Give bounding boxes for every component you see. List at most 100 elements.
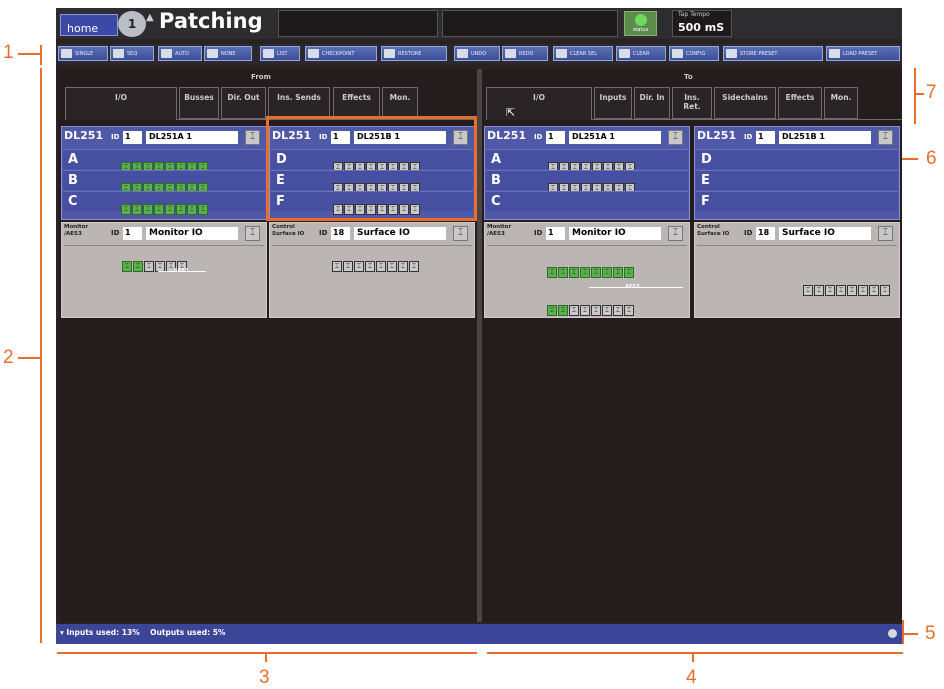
port-icon[interactable]: ⌶ — [343, 261, 353, 272]
id-value[interactable]: 1 — [123, 131, 142, 144]
port-icon[interactable]: ⌶ — [880, 285, 890, 296]
port-icon[interactable]: ⌶ — [387, 261, 397, 272]
port-icon[interactable]: ⌶ — [624, 267, 634, 278]
config-button[interactable]: CONFIG — [669, 46, 719, 61]
port-icon[interactable]: ⌶ — [569, 305, 579, 316]
id-value[interactable]: 1 — [546, 227, 565, 240]
from-device-dl251a[interactable]: DL251 ID 1 DL251A 1 ⌶ A ⌶ ⌶ ⌶ ⌶ ⌶ ⌶ ⌶ ⌶ B ⌶ ⌶ ⌶ ⌶ ⌶ ⌶ ⌶… — [61, 126, 267, 220]
port-icon[interactable]: ⌶ — [869, 285, 879, 296]
port-icon[interactable]: ⌶ — [332, 261, 342, 272]
id-value[interactable]: 1 — [546, 131, 565, 144]
to-device-dl251a[interactable]: DL251 ID 1 DL251A 1 ⌶ A ⌶ ⌶ ⌶ ⌶ ⌶ ⌶ ⌶ ⌶ B ⌶ ⌶ ⌶ ⌶ ⌶ ⌶ ⌶… — [484, 126, 690, 220]
port-icon[interactable]: ⌶ — [547, 267, 557, 278]
auto-button[interactable]: AUTO — [158, 46, 202, 61]
status-button[interactable]: status — [624, 11, 657, 36]
id-value[interactable]: 1 — [756, 131, 775, 144]
port-icon[interactable]: ⌶ — [569, 267, 579, 278]
device-label[interactable]: Surface IO — [354, 227, 446, 240]
id-value[interactable]: 18 — [756, 227, 775, 240]
device-label[interactable]: Surface IO — [779, 227, 871, 240]
tab-to-sidechains[interactable]: Sidechains — [714, 87, 776, 119]
none-button[interactable]: NONE — [204, 46, 252, 61]
list-button[interactable]: LIST — [260, 46, 300, 61]
device-label[interactable]: DL251B 1 — [779, 131, 871, 144]
from-device-monitor[interactable]: Monitor /AES3 ID 1 Monitor IO ⌶ ⌶ ⌶ ⌶ ⌶ ⌶ ⌶ A… — [61, 222, 267, 318]
tab-to-effects[interactable]: Effects — [778, 87, 822, 119]
port-icon[interactable]: ⌶ — [814, 285, 824, 296]
port-icon[interactable]: ⌶ — [143, 204, 153, 215]
tab-from-effects[interactable]: Effects — [333, 87, 380, 119]
store-preset-button[interactable]: STORE PRESET — [723, 46, 823, 61]
to-device-surface[interactable]: Control Surface IO ID 18 Surface IO ⌶ ⌶ ⌶… — [694, 222, 900, 318]
redo-button[interactable]: REDO — [502, 46, 548, 61]
id-value[interactable]: 18 — [331, 227, 350, 240]
seq-button[interactable]: SEQ — [110, 46, 154, 61]
port-icon[interactable]: ⌶ — [176, 204, 186, 215]
tab-to-ins-ret[interactable]: Ins. Ret. — [672, 87, 712, 119]
tab-from-dir-out[interactable]: Dir. Out — [221, 87, 266, 119]
port-icon[interactable]: ⌶ — [132, 204, 142, 215]
port-icon[interactable]: ⌶ — [602, 305, 612, 316]
tab-to-dir-in[interactable]: Dir. In — [634, 87, 670, 119]
statusbar-toggle-icon[interactable] — [888, 629, 897, 638]
connector-icon[interactable]: ⌶ — [245, 226, 260, 241]
restore-button[interactable]: RESTORE — [381, 46, 447, 61]
port-icon[interactable]: ⌶ — [602, 267, 612, 278]
port-icon[interactable]: ⌶ — [558, 267, 568, 278]
device-label[interactable]: Monitor IO — [569, 227, 661, 240]
undo-button[interactable]: UNDO — [454, 46, 500, 61]
port-icon[interactable]: ⌶ — [591, 305, 601, 316]
clear-sel-button[interactable]: CLEAR SEL — [553, 46, 613, 61]
to-device-monitor[interactable]: Monitor /AES3 ID 1 Monitor IO ⌶ ⌶ ⌶ ⌶ ⌶ ⌶ ⌶ ⌶ ⌶… — [484, 222, 690, 318]
port-icon[interactable]: ⌶ — [376, 261, 386, 272]
port-icon[interactable]: ⌶ — [121, 204, 131, 215]
port-icon[interactable]: ⌶ — [847, 285, 857, 296]
port-icon[interactable]: ⌶ — [613, 305, 623, 316]
port-icon[interactable]: ⌶ — [398, 261, 408, 272]
load-preset-button[interactable]: LOAD PRESET — [826, 46, 900, 61]
port-icon[interactable]: ⌶ — [133, 261, 143, 272]
connector-icon[interactable]: ⌶ — [245, 130, 260, 145]
port-icon[interactable]: ⌶ — [144, 261, 154, 272]
port-icon[interactable]: ⌶ — [187, 204, 197, 215]
port-icon[interactable]: ⌶ — [122, 261, 132, 272]
port-icon[interactable]: ⌶ — [198, 204, 208, 215]
clear-button[interactable]: CLEAR — [616, 46, 666, 61]
port-icon[interactable]: ⌶ — [580, 267, 590, 278]
device-label[interactable]: Monitor IO — [146, 227, 238, 240]
tab-to-io[interactable]: I/O — [486, 87, 592, 120]
id-value[interactable]: 1 — [123, 227, 142, 240]
connector-icon[interactable]: ⌶ — [878, 130, 893, 145]
home-button[interactable]: home — [60, 14, 118, 36]
port-icon[interactable]: ⌶ — [825, 285, 835, 296]
port-icon[interactable]: ⌶ — [154, 204, 164, 215]
device-label[interactable]: DL251A 1 — [569, 131, 661, 144]
to-device-dl251b[interactable]: DL251 ID 1 DL251B 1 ⌶ D E F — [694, 126, 900, 220]
port-icon[interactable]: ⌶ — [558, 305, 568, 316]
connector-icon[interactable]: ⌶ — [668, 226, 683, 241]
port-icon[interactable]: ⌶ — [165, 204, 175, 215]
checkpoint-button[interactable]: CHECKPOINT — [305, 46, 377, 61]
tab-to-inputs[interactable]: Inputs — [594, 87, 632, 119]
tab-from-ins-sends[interactable]: Ins. Sends — [268, 87, 330, 119]
port-icon[interactable]: ⌶ — [354, 261, 364, 272]
tab-to-mon[interactable]: Mon. — [824, 87, 858, 119]
expand-icon[interactable]: ▾ — [60, 628, 64, 637]
from-device-surface[interactable]: Control Surface IO ID 18 Surface IO ⌶ ⌶ ⌶… — [269, 222, 475, 318]
port-icon[interactable]: ⌶ — [624, 305, 634, 316]
tab-from-mon[interactable]: Mon. — [382, 87, 418, 119]
connector-icon[interactable]: ⌶ — [453, 226, 468, 241]
port-icon[interactable]: ⌶ — [409, 261, 419, 272]
connector-icon[interactable]: ⌶ — [668, 130, 683, 145]
port-icon[interactable]: ⌶ — [580, 305, 590, 316]
port-icon[interactable]: ⌶ — [836, 285, 846, 296]
knob-icon[interactable]: 1 — [118, 11, 146, 37]
port-icon[interactable]: ⌶ — [591, 267, 601, 278]
port-icon[interactable]: ⌶ — [547, 305, 557, 316]
port-icon[interactable]: ⌶ — [365, 261, 375, 272]
port-icon[interactable]: ⌶ — [803, 285, 813, 296]
port-icon[interactable]: ⌶ — [613, 267, 623, 278]
connector-icon[interactable]: ⌶ — [878, 226, 893, 241]
single-button[interactable]: SINGLE — [58, 46, 108, 61]
port-icon[interactable]: ⌶ — [858, 285, 868, 296]
